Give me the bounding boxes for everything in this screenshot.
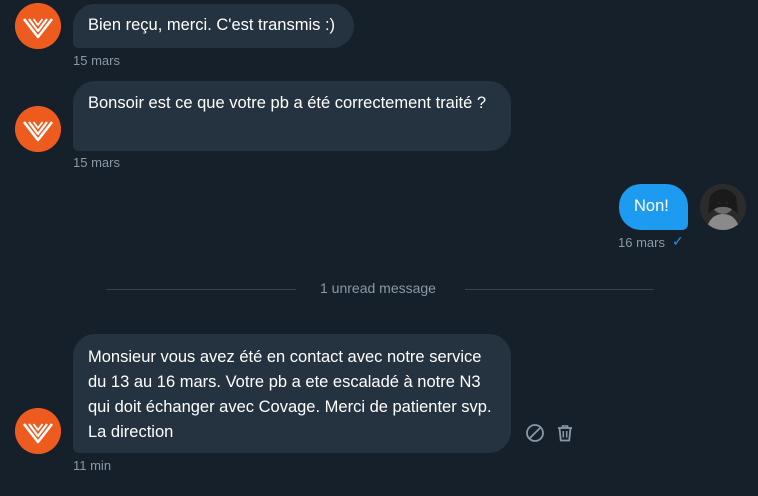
message-bubble-incoming[interactable]: Bien reçu, merci. C'est transmis :) [73, 4, 354, 48]
message-timestamp: 15 mars [73, 155, 120, 170]
sender-avatar[interactable] [15, 3, 61, 49]
message-text: Bonsoir est ce que votre pb a été correc… [88, 94, 487, 112]
message-timestamp: 16 mars [618, 235, 665, 250]
block-icon[interactable] [524, 422, 546, 444]
message-timestamp: 15 mars [73, 53, 120, 68]
trash-icon[interactable] [554, 422, 576, 444]
brand-logo-icon [15, 408, 61, 454]
brand-logo-icon [15, 106, 61, 152]
read-check-icon: ✓ [672, 233, 684, 249]
brand-logo-icon [15, 3, 61, 49]
message-bubble-outgoing[interactable]: Non! [619, 184, 688, 230]
message-text: Monsieur vous avez été en contact avec n… [88, 348, 492, 441]
message-bubble-incoming[interactable]: Bonsoir est ce que votre pb a été correc… [73, 81, 511, 151]
sender-avatar[interactable] [15, 408, 61, 454]
message-text: Bien reçu, merci. C'est transmis :) [88, 16, 336, 34]
sender-avatar[interactable] [15, 106, 61, 152]
message-text: Non! [634, 197, 669, 215]
user-avatar[interactable] [700, 184, 746, 230]
message-timestamp: 11 min [73, 458, 112, 473]
profile-photo-icon [700, 184, 746, 230]
divider-line-right [465, 289, 654, 290]
message-bubble-incoming[interactable]: Monsieur vous avez été en contact avec n… [73, 334, 511, 453]
divider-line-left [106, 289, 296, 290]
unread-divider-label: 1 unread message [320, 280, 436, 296]
